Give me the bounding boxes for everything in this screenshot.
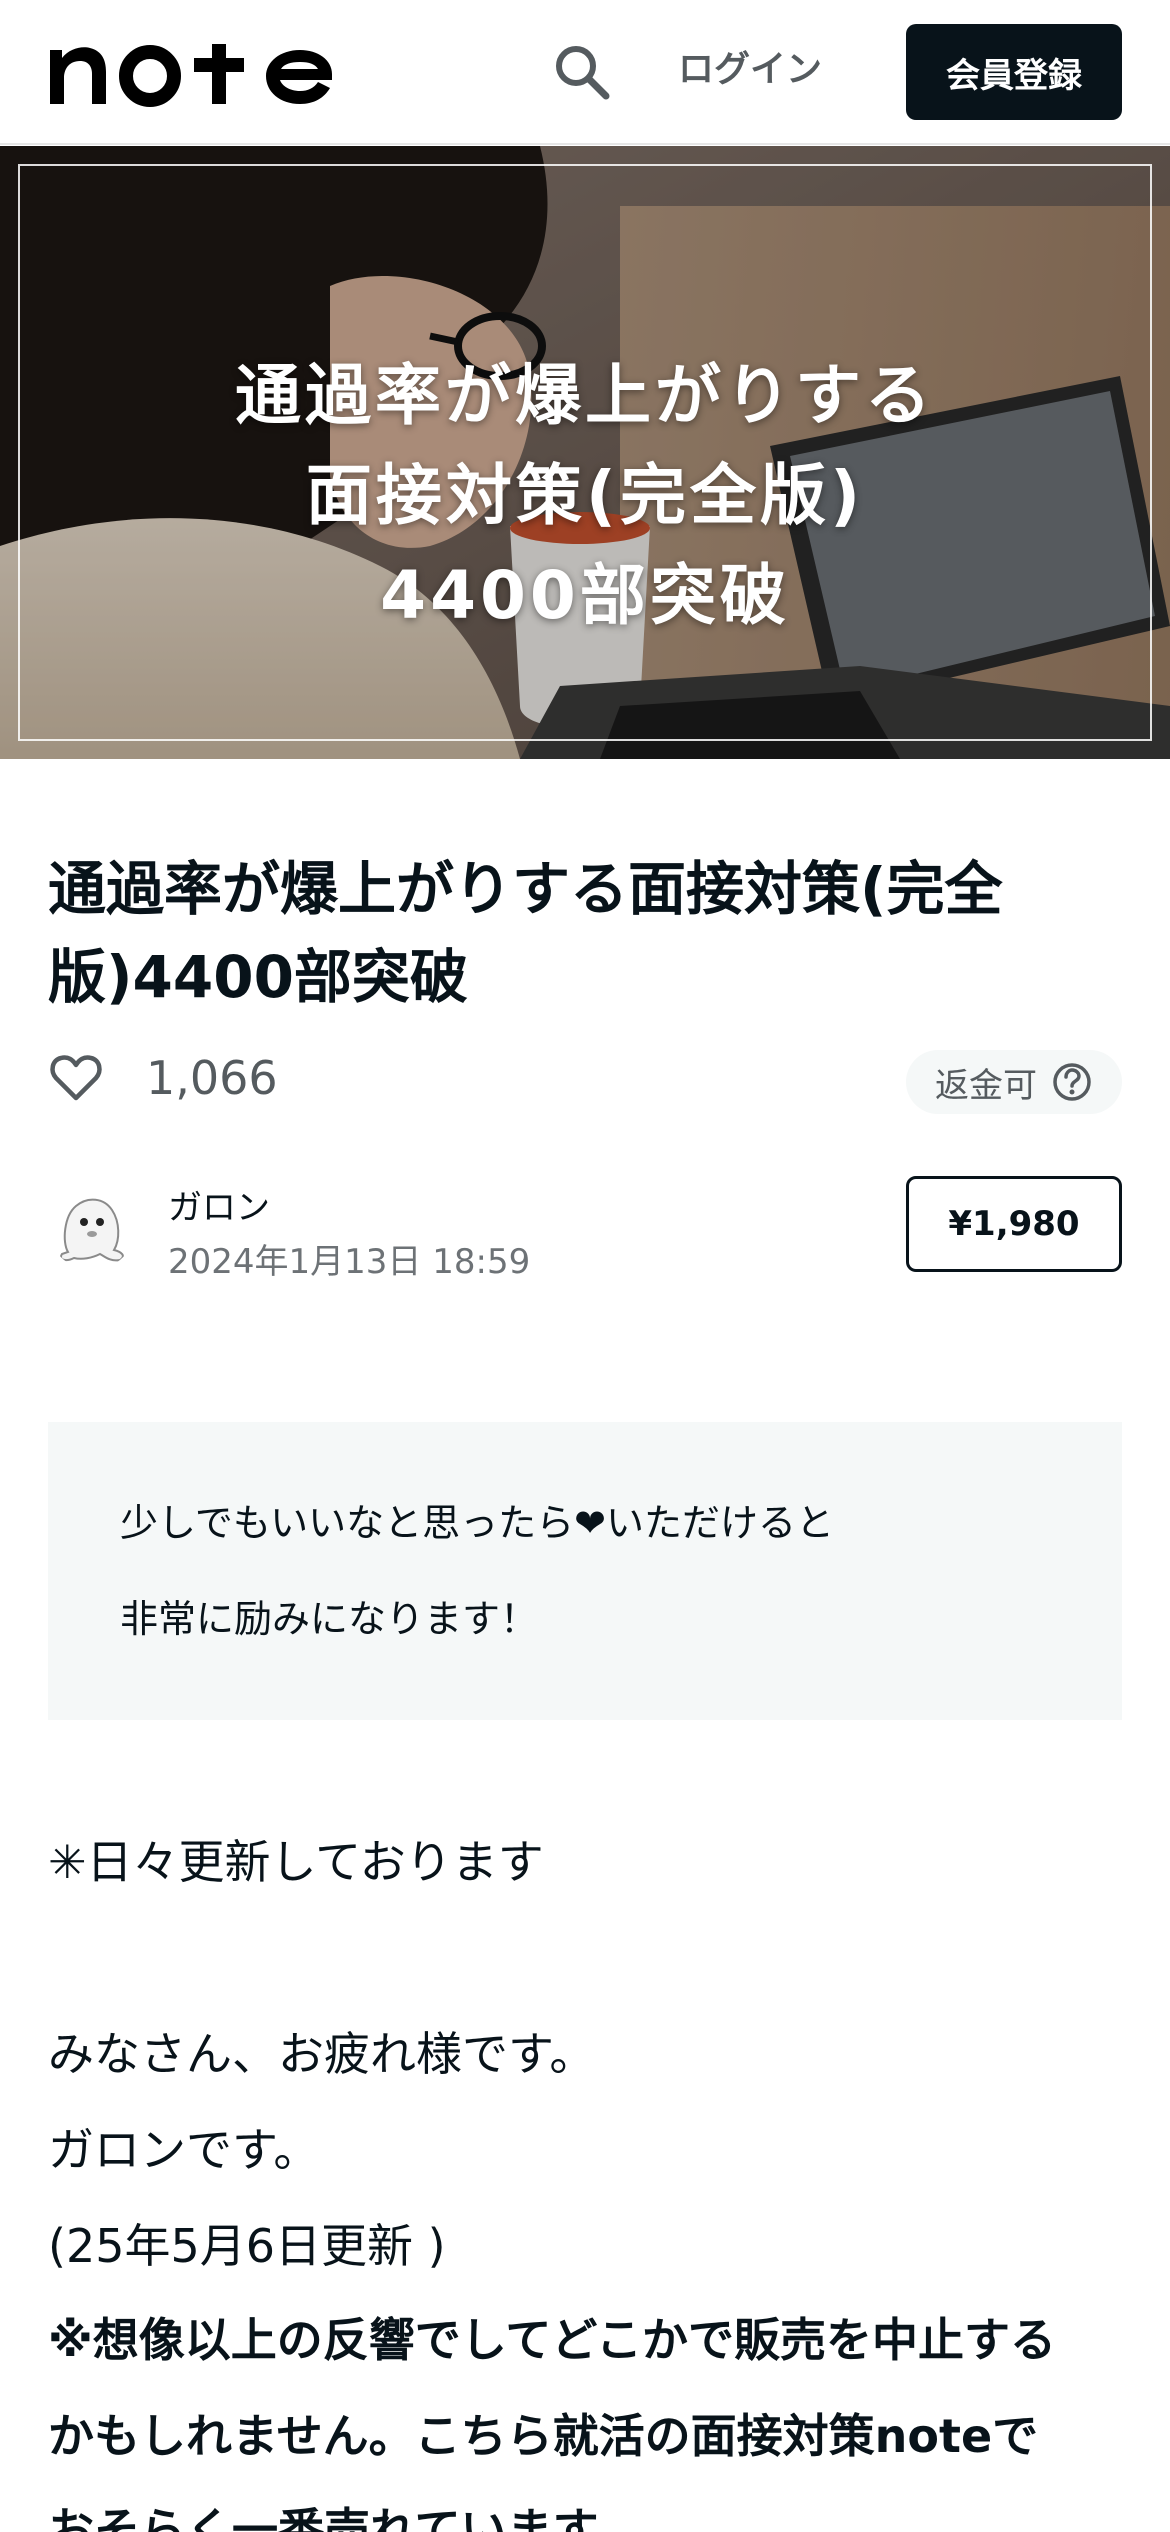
hero-image: 通過率が爆上がりする 面接対策(完全版) 4400部突破 — [0, 146, 1170, 759]
avatar[interactable] — [48, 1182, 136, 1270]
author-name[interactable]: ガロン — [168, 1180, 270, 1229]
ghost-avatar-icon — [48, 1182, 136, 1270]
body-paragraph: (25年5月6日更新 ) — [48, 2219, 446, 2273]
refund-badge[interactable]: 返金可 — [906, 1050, 1122, 1114]
body-paragraph-bold: かもしれません。こちら就活の面接対策noteで — [48, 2409, 1039, 2463]
article-title: 通過率が爆上がりする面接対策(完全版)4400部突破 — [48, 855, 1003, 1011]
like-count: 1,066 — [146, 1051, 278, 1105]
body-paragraph: ガロンです。 — [48, 2123, 320, 2177]
login-link[interactable]: ログイン — [678, 44, 822, 96]
site-header: ログイン 会員登録 — [0, 0, 1170, 145]
heart-icon[interactable] — [48, 1050, 104, 1106]
callout-line: 非常に励みになります！ — [120, 1597, 539, 1641]
refund-label: 返金可 — [935, 1065, 1037, 1106]
help-icon — [1053, 1063, 1091, 1101]
note-logo[interactable] — [48, 38, 348, 108]
hero-title-line: 通過率が爆上がりする — [235, 357, 935, 434]
body-paragraph-bold: おそらく一番売れています — [48, 2503, 599, 2532]
hero-title-line: 4400部突破 — [380, 557, 790, 634]
hero-title-line: 面接対策(完全版) — [305, 457, 865, 534]
body-paragraph-bold: ※想像以上の反響でしてどこかで販売を中止する — [48, 2313, 1056, 2367]
search-button[interactable] — [548, 38, 618, 108]
callout-line: 少しでもいいなと思ったら❤いただけると — [120, 1501, 834, 1545]
like-row: 1,066 — [48, 1048, 278, 1108]
signup-button[interactable]: 会員登録 — [906, 24, 1122, 120]
search-icon — [556, 46, 610, 100]
post-date: 2024年1月13日 18:59 — [168, 1242, 531, 1282]
callout-box: 少しでもいいなと思ったら❤いただけると 非常に励みになります！ — [48, 1422, 1122, 1720]
price-button[interactable]: ¥1,980 — [906, 1176, 1122, 1272]
body-paragraph: みなさん、お疲れ様です。 — [48, 2027, 596, 2081]
body-paragraph: ✳日々更新しております — [48, 1835, 544, 1889]
hero-title: 通過率が爆上がりする 面接対策(完全版) 4400部突破 — [0, 346, 1170, 646]
